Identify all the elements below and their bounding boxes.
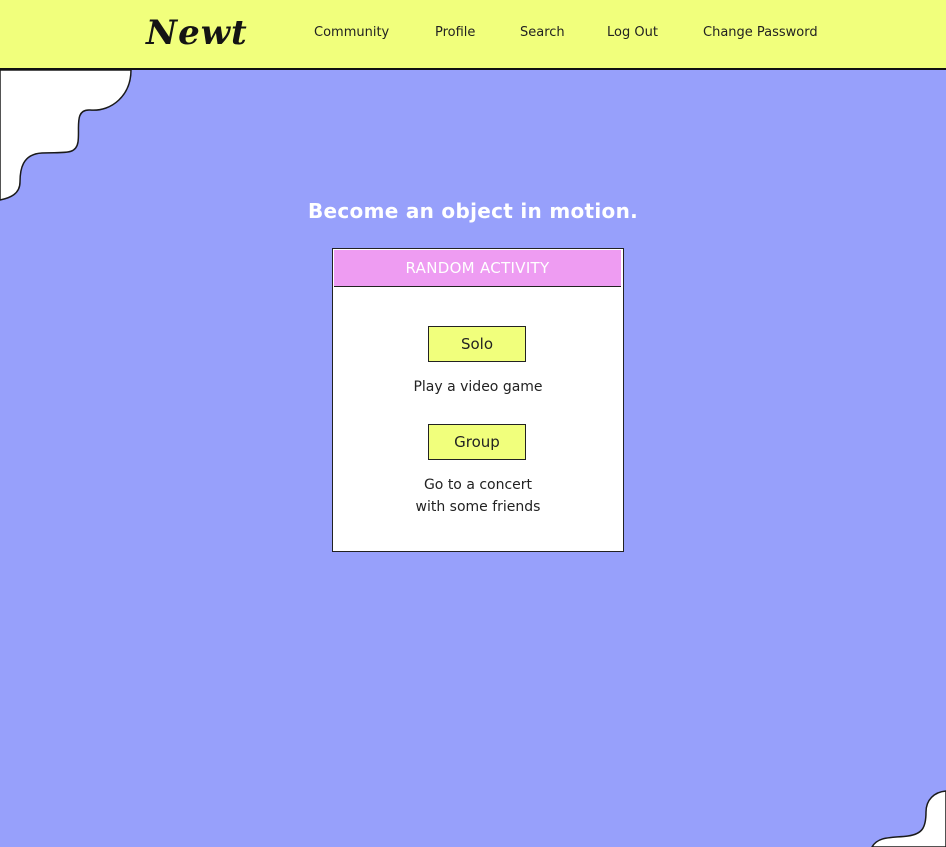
wavy-blob-bottom-right	[871, 790, 946, 847]
random-activity-card: RANDOM ACTIVITY Solo Play a video game G…	[332, 248, 624, 552]
nav-link-profile[interactable]: Profile	[435, 25, 475, 40]
card-title: RANDOM ACTIVITY	[334, 250, 621, 287]
wavy-blob-top-left	[0, 70, 132, 201]
nav-link-search[interactable]: Search	[520, 25, 565, 40]
nav-link-community[interactable]: Community	[314, 25, 389, 40]
tagline-heading: Become an object in motion.	[307, 199, 639, 223]
solo-button[interactable]: Solo	[428, 326, 526, 362]
solo-activity-text: Play a video game	[413, 379, 543, 395]
nav-link-log-out[interactable]: Log Out	[607, 25, 658, 40]
group-activity-line-1: Go to a concert	[423, 477, 533, 493]
nav-link-change-password[interactable]: Change Password	[703, 25, 818, 40]
top-navbar: Newt Community Profile Search Log Out Ch…	[0, 0, 946, 70]
group-activity-line-2: with some friends	[415, 499, 541, 515]
group-button[interactable]: Group	[428, 424, 526, 460]
newt-logo[interactable]: Newt	[146, 13, 248, 53]
